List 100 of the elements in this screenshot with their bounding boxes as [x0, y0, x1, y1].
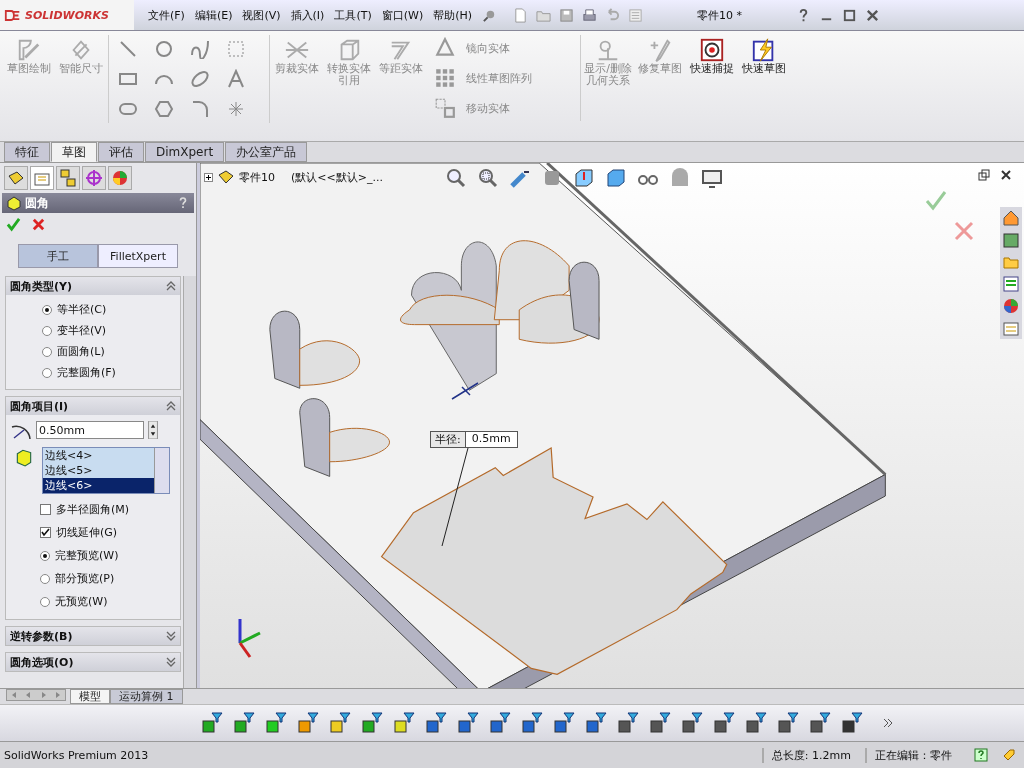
- selection-filter-icon[interactable]: [200, 712, 224, 734]
- home-icon[interactable]: [1002, 209, 1020, 227]
- feature-manager-icon[interactable]: [4, 166, 28, 190]
- view-orientation-icon[interactable]: [573, 167, 595, 189]
- section-header[interactable]: 圆角选项(O): [6, 653, 180, 671]
- chevron-icon[interactable]: [166, 401, 176, 411]
- scene-icon[interactable]: [669, 167, 691, 189]
- menu-item[interactable]: 文件(F): [144, 5, 189, 25]
- selection-filter-icon[interactable]: [360, 712, 384, 734]
- zoom-area-icon[interactable]: [477, 167, 499, 189]
- edge-list-item[interactable]: 边线<6>: [43, 478, 154, 493]
- menu-item[interactable]: 帮助(H): [429, 5, 477, 25]
- selection-filter-icon[interactable]: [712, 712, 736, 734]
- selection-filter-icon[interactable]: [584, 712, 608, 734]
- chevron-icon[interactable]: [166, 281, 176, 291]
- tab-scroll-icon[interactable]: [6, 689, 66, 701]
- model-tab[interactable]: 运动算例 1: [110, 689, 183, 704]
- more-icon[interactable]: [882, 717, 894, 729]
- menu-item[interactable]: 插入(I): [286, 5, 329, 25]
- ellipse-tool-icon[interactable]: [189, 69, 211, 89]
- spin-button[interactable]: [148, 421, 158, 439]
- section-header[interactable]: 逆转参数(B): [6, 627, 180, 645]
- selection-filter-icon[interactable]: [424, 712, 448, 734]
- monitor-icon[interactable]: [701, 167, 723, 189]
- command-tab[interactable]: DimXpert: [145, 142, 225, 162]
- ribbon-button[interactable]: 快速捕捉: [687, 35, 737, 77]
- selection-filter-icon[interactable]: [776, 712, 800, 734]
- section-header[interactable]: 圆角项目(I): [6, 397, 180, 415]
- part-name[interactable]: 零件10: [239, 169, 275, 185]
- selection-filter-icon[interactable]: [392, 712, 416, 734]
- zoom-to-fit-icon[interactable]: [445, 167, 467, 189]
- spline-tool-icon[interactable]: [189, 39, 211, 59]
- checkbox[interactable]: [40, 527, 51, 538]
- help-icon[interactable]: [974, 748, 988, 762]
- selection-filter-icon[interactable]: [456, 712, 480, 734]
- radio-button[interactable]: [42, 367, 52, 378]
- command-tab[interactable]: 办公室产品: [225, 142, 308, 162]
- radio-button[interactable]: [40, 573, 50, 584]
- view-palette-icon[interactable]: [1002, 275, 1020, 293]
- checkbox[interactable]: [40, 504, 51, 515]
- selection-filter-icon[interactable]: [488, 712, 512, 734]
- cancel-icon[interactable]: [31, 217, 46, 232]
- selection-filter-icon[interactable]: [648, 712, 672, 734]
- circle-tool-icon[interactable]: [153, 39, 175, 59]
- edge-list-item[interactable]: 边线<5>: [43, 463, 154, 478]
- command-tab[interactable]: 特征: [4, 142, 50, 162]
- section-header[interactable]: 圆角类型(Y): [6, 277, 180, 295]
- display-manager-icon[interactable]: [108, 166, 132, 190]
- appearance-icon[interactable]: [1002, 297, 1020, 315]
- menu-item[interactable]: 工具(T): [330, 5, 376, 25]
- expand-icon[interactable]: [204, 172, 213, 182]
- selection-filter-icon[interactable]: [680, 712, 704, 734]
- chevron-icon[interactable]: [166, 657, 176, 667]
- selection-filter-icon[interactable]: [840, 712, 864, 734]
- restore-icon[interactable]: [978, 169, 990, 181]
- maximize-icon[interactable]: [842, 7, 858, 23]
- configuration-manager-icon[interactable]: [56, 166, 80, 190]
- text-tool-icon[interactable]: [225, 69, 247, 89]
- mode-button[interactable]: FilletXpert: [98, 244, 178, 268]
- print-icon[interactable]: [582, 7, 598, 23]
- display-style-icon[interactable]: [605, 167, 627, 189]
- selection-filter-icon[interactable]: [744, 712, 768, 734]
- selection-filter-icon[interactable]: [296, 712, 320, 734]
- panel-scrollbar[interactable]: [183, 276, 196, 688]
- selection-filter-icon[interactable]: [264, 712, 288, 734]
- close-icon[interactable]: [865, 7, 881, 23]
- radio-button[interactable]: [42, 325, 52, 336]
- command-tab[interactable]: 草图: [51, 142, 97, 162]
- tag-icon[interactable]: [1002, 748, 1016, 762]
- library-icon[interactable]: [1002, 231, 1020, 249]
- save-icon[interactable]: [559, 7, 575, 23]
- command-tab[interactable]: 评估: [98, 142, 144, 162]
- ok-icon[interactable]: [6, 217, 21, 232]
- list-scrollbar[interactable]: [154, 448, 169, 493]
- custom-properties-icon[interactable]: [1002, 319, 1020, 337]
- close-icon[interactable]: [1000, 169, 1012, 181]
- radio-button[interactable]: [42, 304, 52, 315]
- radio-button[interactable]: [42, 346, 52, 357]
- option-label: 完整圆角(F): [57, 365, 116, 380]
- selection-filter-icon[interactable]: [328, 712, 352, 734]
- polygon-tool-icon[interactable]: [153, 99, 175, 119]
- selection-filter-icon[interactable]: [808, 712, 832, 734]
- mode-button[interactable]: 手工: [18, 244, 98, 268]
- menu-item[interactable]: 编辑(E): [190, 5, 237, 25]
- radius-field[interactable]: 0.50mm: [36, 421, 144, 439]
- menu-item[interactable]: 窗口(W): [377, 5, 428, 25]
- model-tab[interactable]: 模型: [70, 689, 110, 704]
- dot-grid-icon: [434, 67, 456, 89]
- selection-filter-icon[interactable]: [616, 712, 640, 734]
- radio-button[interactable]: [40, 596, 50, 607]
- ribbon-button[interactable]: 快速草图: [739, 35, 789, 77]
- dimension-value[interactable]: 0.5mm: [464, 432, 517, 447]
- edge-list-item[interactable]: 边线<4>: [43, 448, 154, 463]
- radio-button[interactable]: [40, 550, 50, 561]
- dimxpert-manager-icon[interactable]: [82, 166, 106, 190]
- selection-filter-icon[interactable]: [232, 712, 256, 734]
- menu-item[interactable]: 视图(V): [238, 5, 285, 25]
- chevron-icon[interactable]: [166, 631, 176, 641]
- selection-filter-icon[interactable]: [552, 712, 576, 734]
- selection-filter-icon[interactable]: [520, 712, 544, 734]
